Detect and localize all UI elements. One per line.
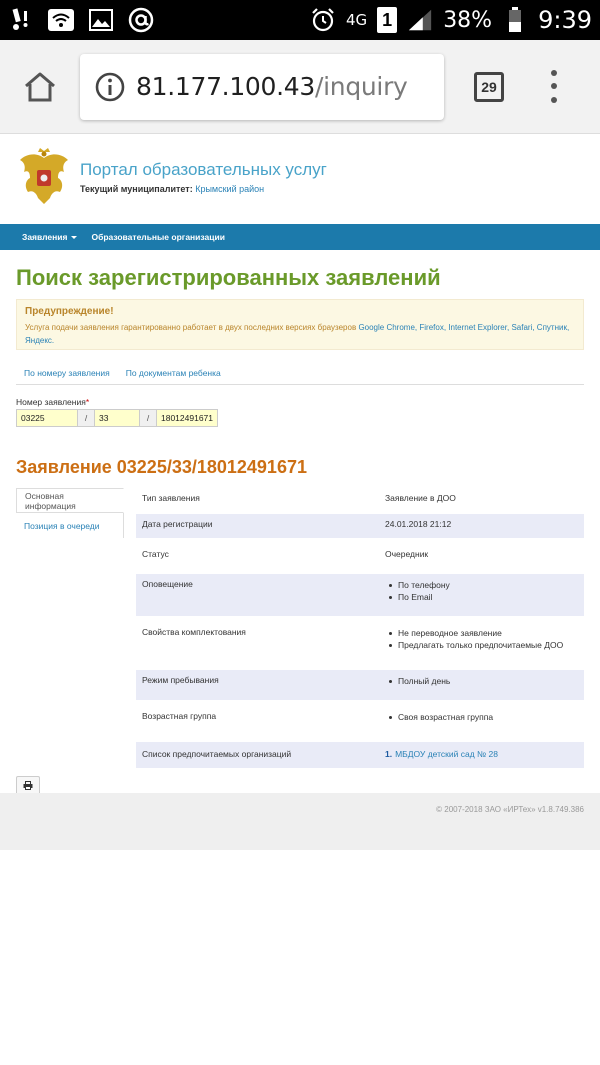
coat-of-arms-logo <box>20 148 68 204</box>
battery-percent: 38% <box>443 7 493 33</box>
table-row: Оповещение По телефону По Email <box>136 574 584 616</box>
main-content: Поиск зарегистрированных заявлений Преду… <box>0 265 600 768</box>
portal-title[interactable]: Портал образовательных услуг <box>80 160 327 180</box>
notification-icon <box>8 7 34 33</box>
site-header: Портал образовательных услуг Текущий мун… <box>0 134 600 224</box>
alarm-icon <box>310 7 336 33</box>
list-item: Полный день <box>385 675 578 687</box>
list-item: По Email <box>385 591 578 603</box>
status-bar: 4G 1 38% 9:39 <box>0 0 600 40</box>
number-separator: / <box>78 409 94 427</box>
tab-basic-info[interactable]: Основная информация <box>16 488 124 513</box>
municipality-label: Текущий муниципалитет: <box>80 184 193 194</box>
url-host: 81.177.100.43 <box>136 72 315 101</box>
table-row: Режим пребывания Полный день <box>136 670 584 700</box>
tab-by-documents[interactable]: По документам ребенка <box>118 364 229 384</box>
at-icon <box>128 7 154 33</box>
nav-organizations[interactable]: Образовательные организации <box>91 232 224 242</box>
warning-text: Услуга подачи заявления гарантированно р… <box>25 323 570 345</box>
table-row: Тип заявления Заявление в ДОО <box>142 493 456 503</box>
home-button[interactable] <box>14 61 66 113</box>
number-part-3-input[interactable]: 18012491671 <box>156 409 218 427</box>
tab-queue-position[interactable]: Позиция в очереди <box>16 513 124 538</box>
url-path: /inquiry <box>315 72 408 101</box>
warning-title: Предупреждение! <box>25 306 114 317</box>
number-part-2-input[interactable]: 33 <box>94 409 140 427</box>
copyright: © 2007-2018 ЗАО «ИРТех» v1.8.749.386 <box>436 805 584 814</box>
browser-link-chrome[interactable]: Google Chrome, <box>358 323 417 332</box>
list-item: Не переводное заявление <box>385 627 578 639</box>
home-icon <box>25 72 55 101</box>
application-details: Основная информация Позиция в очереди Ти… <box>16 488 584 768</box>
nav-applications[interactable]: Заявления <box>22 232 78 242</box>
details-table: Тип заявления Заявление в ДОО Дата регис… <box>136 488 584 768</box>
number-separator: / <box>140 409 156 427</box>
list-item: По телефону <box>385 579 578 591</box>
browser-link-sputnik[interactable]: Спутник, <box>537 323 569 332</box>
printer-icon <box>23 780 33 790</box>
info-icon[interactable] <box>94 71 126 103</box>
wifi-icon <box>48 7 74 33</box>
page-title: Поиск зарегистрированных заявлений <box>16 265 441 290</box>
application-number-label: Номер заявления* <box>16 397 90 407</box>
sim-slot-badge: 1 <box>377 7 398 33</box>
network-type: 4G <box>346 11 368 29</box>
list-item: Своя возрастная группа <box>385 711 578 723</box>
municipality-link[interactable]: Крымский район <box>195 184 264 194</box>
page-footer: © 2007-2018 ЗАО «ИРТех» v1.8.749.386 <box>0 793 600 850</box>
browser-toolbar: 81.177.100.43/inquiry 29 <box>0 40 600 134</box>
image-icon <box>88 7 114 33</box>
application-number-inputs: 03225 / 33 / 18012491671 <box>16 409 584 427</box>
browser-link-safari[interactable]: Safari, <box>511 323 534 332</box>
browser-link-yandex[interactable]: Яндекс. <box>25 336 54 345</box>
application-title: Заявление 03225/33/18012491671 <box>16 457 307 477</box>
tab-switcher-button[interactable]: 29 <box>474 71 504 102</box>
battery-icon <box>502 7 528 33</box>
more-vert-icon <box>551 70 557 77</box>
number-part-1-input[interactable]: 03225 <box>16 409 78 427</box>
browser-link-firefox[interactable]: Firefox, <box>419 323 446 332</box>
required-mark: * <box>85 397 90 407</box>
print-button[interactable] <box>16 776 40 793</box>
warning-alert: Предупреждение! Услуга подачи заявления … <box>16 299 584 350</box>
table-row: Список предпочитаемых организаций 1. МБДО… <box>136 742 584 768</box>
overflow-menu-button[interactable] <box>544 67 564 107</box>
table-row: Дата регистрации 24.01.2018 21:12 <box>136 514 584 538</box>
details-side-tabs: Основная информация Позиция в очереди <box>16 488 124 768</box>
municipality-line: Текущий муниципалитет: Крымский район <box>80 184 264 194</box>
tab-by-number[interactable]: По номеру заявления <box>16 364 118 384</box>
search-mode-tabs: По номеру заявления По документам ребенк… <box>16 364 584 385</box>
table-row: Свойства комплектования Не переводное за… <box>136 616 584 670</box>
signal-icon <box>407 7 433 33</box>
list-item: Предлагать только предпочитаемые ДОО <box>385 639 578 651</box>
clock: 9:39 <box>538 6 592 34</box>
browser-link-ie[interactable]: Internet Explorer, <box>448 323 509 332</box>
org-number: 1. <box>385 749 393 759</box>
table-row: Возрастная группа Своя возрастная группа <box>136 700 584 742</box>
table-row: Статус Очередник <box>142 549 429 559</box>
org-link[interactable]: МБДОУ детский сад № 28 <box>395 749 498 759</box>
main-nav: Заявления Образовательные организации <box>0 224 600 250</box>
caret-down-icon <box>71 235 78 239</box>
address-bar[interactable]: 81.177.100.43/inquiry <box>80 53 444 120</box>
